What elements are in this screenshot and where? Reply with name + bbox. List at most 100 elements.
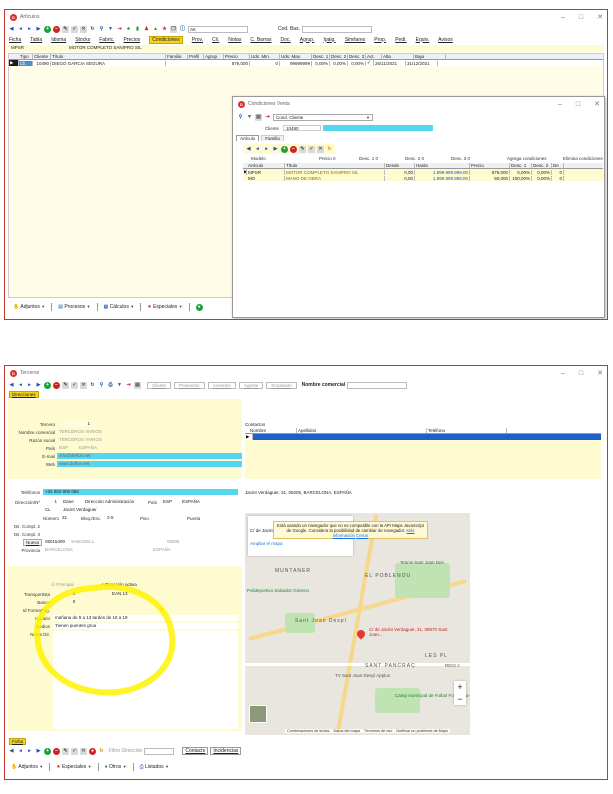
elimina-condiciones-button[interactable]: Elimina condiciones: [563, 156, 603, 161]
column-header[interactable]: Artículo: [247, 163, 285, 168]
add-record-icon[interactable]: +: [44, 381, 51, 389]
column-header[interactable]: Uds. Min.: [250, 54, 280, 59]
tercero-type-button-2[interactable]: Acreedor: [207, 381, 237, 389]
column-header[interactable]: Desc. 1: [312, 54, 330, 59]
filtro-direccion-field[interactable]: [144, 747, 175, 755]
refresh-icon[interactable]: ↻: [98, 748, 105, 755]
via-nombre-field[interactable]: Jacint Verdaguer: [61, 507, 181, 513]
cp-field[interactable]: 08015400: [43, 539, 65, 545]
tercero-type-button-1[interactable]: Proveedor: [174, 381, 205, 389]
filter-icon[interactable]: ▼: [116, 382, 123, 389]
column-header[interactable]: Uds. Max.: [280, 54, 312, 59]
article-search-field[interactable]: AK: [188, 25, 248, 33]
direccion-num-field[interactable]: 1: [43, 499, 57, 505]
principal-checkbox[interactable]: ☑ Principal: [51, 582, 74, 588]
tab-articulo[interactable]: Artículo: [236, 135, 260, 141]
listados-button[interactable]: ⎙ Listados ▼: [140, 764, 169, 770]
last-record-icon[interactable]: ▶: [35, 748, 42, 755]
poblacion-button[interactable]: Nueva: [23, 539, 43, 546]
tab-direcciones[interactable]: Direcciones: [9, 391, 39, 398]
street-view-thumbnail[interactable]: [249, 705, 267, 723]
next-record-icon[interactable]: ▸: [26, 26, 33, 33]
prev-record-icon[interactable]: ◂: [17, 748, 24, 755]
via-tipo-field[interactable]: CL: [43, 507, 57, 513]
filter-icon[interactable]: ▼: [246, 114, 253, 121]
column-header[interactable]: Desc. 2: [532, 163, 552, 168]
column-header[interactable]: Apellidos: [297, 428, 427, 433]
menu-item-4[interactable]: Fabric.: [99, 37, 114, 43]
agrega-condiciones-button[interactable]: Agrega condiciones: [507, 156, 547, 161]
next-record-icon[interactable]: ▸: [26, 748, 33, 755]
menu-item-13[interactable]: Ipaig.: [323, 37, 335, 43]
confirm-icon[interactable]: ✓: [71, 25, 78, 33]
copy-icon[interactable]: ❐: [170, 25, 177, 33]
stop-icon[interactable]: ●: [89, 747, 96, 755]
menu-item-10[interactable]: C. Barras: [250, 37, 271, 43]
minimize-icon[interactable]: –: [558, 101, 562, 108]
column-header[interactable]: Hasta: [415, 163, 470, 168]
confirm-icon[interactable]: ✓: [71, 381, 78, 389]
nombre-comercial-search[interactable]: [347, 381, 408, 389]
dir-compl2-field[interactable]: [43, 523, 238, 529]
cond-type-select[interactable]: Cond. Cliente ▼: [273, 113, 373, 121]
refresh-icon[interactable]: ↻: [326, 146, 333, 153]
cancel-icon[interactable]: ✕: [80, 747, 87, 755]
user-icon[interactable]: ♟: [143, 26, 150, 33]
edit-record-icon[interactable]: ✎: [62, 747, 69, 755]
table-row[interactable]: ▶MPSRMOTOR COMPLETO SANIPRO SIL0,001.999…: [243, 169, 603, 175]
menu-item-6[interactable]: Condiciones: [149, 35, 183, 44]
tree-icon[interactable]: ♣: [125, 26, 132, 33]
desc3-filter[interactable]: Desc. 3 0: [451, 156, 470, 161]
map-footer-link[interactable]: Notificar un problema de Maps: [396, 729, 448, 733]
next-record-icon[interactable]: ▸: [263, 146, 270, 153]
tab-ficha[interactable]: Ficha: [9, 738, 27, 745]
search-icon[interactable]: ⚲: [98, 382, 105, 389]
web-field[interactable]: www.delfos.net: [57, 461, 242, 467]
zoom-out-icon[interactable]: −: [454, 693, 466, 705]
cancel-icon[interactable]: ✕: [80, 381, 87, 389]
grid-icon[interactable]: ▤: [255, 113, 262, 121]
add-record-icon[interactable]: +: [44, 25, 51, 33]
email-field[interactable]: info@delfos.net: [57, 453, 242, 459]
poblacion-field[interactable]: SABADELL: [69, 539, 139, 545]
column-header[interactable]: Precio: [224, 54, 250, 59]
column-header[interactable]: De: [552, 163, 564, 168]
prev-record-icon[interactable]: ◂: [17, 382, 24, 389]
menu-item-9[interactable]: Notas: [228, 37, 241, 43]
column-header[interactable]: Precio: [470, 163, 510, 168]
minimize-icon[interactable]: –: [561, 14, 565, 21]
close-icon[interactable]: ✕: [597, 369, 603, 377]
column-header[interactable]: Desc. 1: [510, 163, 532, 168]
zoom-in-icon[interactable]: +: [454, 681, 466, 693]
chart-icon[interactable]: ▮: [134, 26, 141, 33]
otros-button[interactable]: ● Otros ▼: [105, 764, 127, 770]
column-header[interactable]: Nombre: [249, 428, 297, 433]
add-record-icon[interactable]: +: [281, 145, 288, 153]
contacto-button[interactable]: Contacto: [182, 747, 209, 755]
table-row[interactable]: ▶ Cli. 10490 DIEGO GARCIA SEGURA 576,000…: [9, 60, 603, 66]
menu-item-3[interactable]: Stocks: [75, 37, 90, 43]
procesos-button[interactable]: ▤ Procesos ▼: [58, 304, 90, 310]
direccion-tipo-field[interactable]: Dane: [61, 499, 79, 505]
cancel-icon[interactable]: ✕: [317, 145, 324, 153]
prev-record-icon[interactable]: ◂: [17, 26, 24, 33]
last-record-icon[interactable]: ▶: [272, 146, 279, 153]
active-check-icon[interactable]: ✔: [366, 60, 374, 66]
confirm-icon[interactable]: ✓: [71, 747, 78, 755]
first-record-icon[interactable]: ◀: [245, 146, 252, 153]
calculos-button[interactable]: ▦ Cálculos ▼: [104, 304, 135, 310]
edit-record-icon[interactable]: ✎: [62, 25, 69, 33]
dir-pais-code-field[interactable]: ESP: [161, 499, 177, 505]
table-row[interactable]: ▶: [245, 434, 601, 440]
last-record-icon[interactable]: ▶: [35, 382, 42, 389]
razon-social-field[interactable]: TERCEROS VARIOS: [57, 437, 177, 443]
column-header[interactable]: Tipo: [19, 54, 33, 59]
prev-record-icon[interactable]: ◂: [254, 146, 261, 153]
delete-record-icon[interactable]: −: [53, 747, 60, 755]
delete-record-icon[interactable]: −: [53, 25, 60, 33]
tercero-type-button-0[interactable]: Cliente: [147, 381, 172, 389]
desc2-filter[interactable]: Desc. 2 0: [405, 156, 424, 161]
tercero-field[interactable]: 1: [60, 421, 90, 427]
table-row[interactable]: MO MANO DE OBRA 0,00 1.999.999.999,00 50,000…: [243, 175, 603, 181]
cerrar-link[interactable]: Cerrar: [356, 533, 368, 538]
